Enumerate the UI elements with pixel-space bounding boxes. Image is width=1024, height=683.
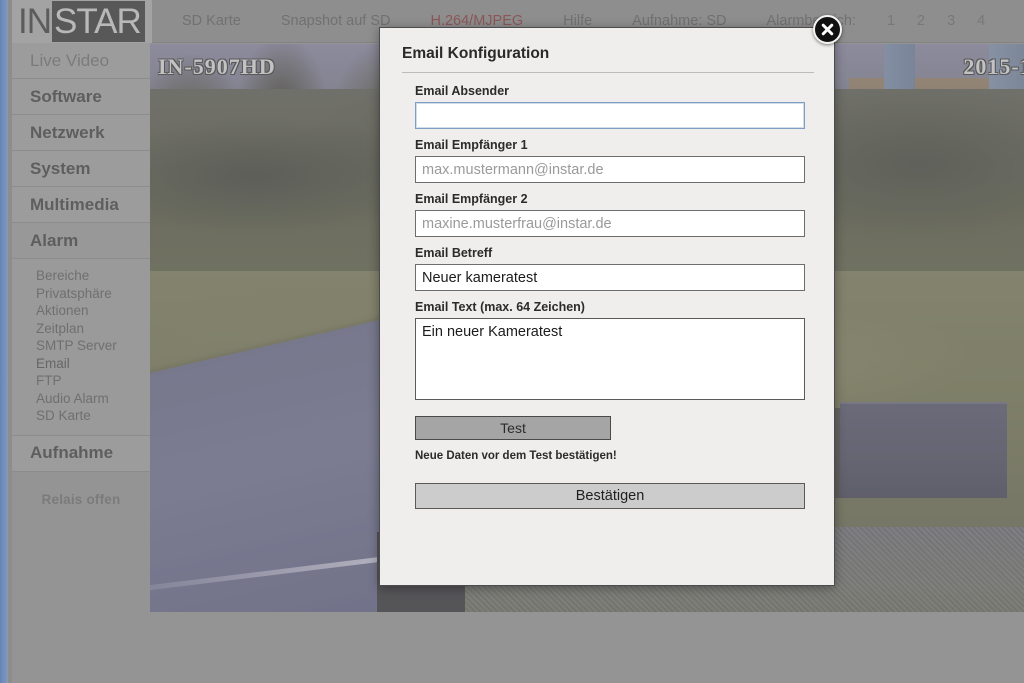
submenu-item-zeitplan[interactable]: Zeitplan <box>12 320 150 338</box>
sidebar: Live Video Software Netzwerk System Mult… <box>12 43 150 683</box>
submenu-item-email[interactable]: Email <box>12 355 150 373</box>
sidebar-item-alarm[interactable]: Alarm <box>12 223 150 259</box>
test-button[interactable]: Test <box>415 416 611 440</box>
camera-web-ui: IN STAR SD Karte Snapshot auf SD H.264/MJ… <box>0 0 1024 683</box>
email-empfaenger-2-input[interactable] <box>415 210 805 237</box>
submenu-item-sd-karte[interactable]: SD Karte <box>12 407 150 425</box>
alarm-zone-1[interactable]: 1 <box>876 0 906 43</box>
submenu-item-bereiche[interactable]: Bereiche <box>12 267 150 285</box>
alarm-submenu: Bereiche Privatsphäre Aktionen Zeitplan … <box>12 259 150 436</box>
email-text-textarea[interactable] <box>415 318 805 400</box>
dialog-form: Email Absender Email Empfänger 1 Email E… <box>380 84 836 509</box>
relay-status-text: Relais offen <box>41 491 121 507</box>
label-email-absender: Email Absender <box>415 84 510 98</box>
label-email-text: Email Text (max. 64 Zeichen) <box>415 300 585 314</box>
sidebar-item-system[interactable]: System <box>12 151 150 187</box>
submenu-item-audio-alarm[interactable]: Audio Alarm <box>12 390 150 408</box>
logo-text-star: STAR <box>52 1 145 42</box>
label-email-empfaenger-2: Email Empfänger 2 <box>415 192 528 206</box>
sidebar-item-multimedia[interactable]: Multimedia <box>12 187 150 223</box>
video-concrete-wall <box>840 401 1007 499</box>
sidebar-item-netzwerk[interactable]: Netzwerk <box>12 115 150 151</box>
close-icon <box>820 22 835 37</box>
alarm-zone-3[interactable]: 3 <box>936 0 966 43</box>
submenu-item-ftp[interactable]: FTP <box>12 372 150 390</box>
submenu-item-privatsphaere[interactable]: Privatsphäre <box>12 285 150 303</box>
label-email-empfaenger-1: Email Empfänger 1 <box>415 138 528 152</box>
confirm-button[interactable]: Bestätigen <box>415 483 805 509</box>
alarm-zone-2[interactable]: 2 <box>906 0 936 43</box>
dialog-title: Email Konfiguration <box>402 45 550 62</box>
video-osd-timestamp: 2015-12-1 <box>963 54 1024 79</box>
email-absender-input[interactable] <box>415 102 805 129</box>
test-hint-note: Neue Daten vor dem Test bestätigen! <box>415 450 617 462</box>
close-dialog-button[interactable] <box>813 15 842 44</box>
submenu-item-smtp-server[interactable]: SMTP Server <box>12 337 150 355</box>
alarm-zone-4[interactable]: 4 <box>966 0 996 43</box>
instar-logo[interactable]: IN STAR <box>12 0 152 43</box>
dialog-title-divider <box>402 72 814 73</box>
page-left-stripe <box>0 0 8 683</box>
topnav-item-sd-karte[interactable]: SD Karte <box>162 0 261 43</box>
label-email-betreff: Email Betreff <box>415 246 493 260</box>
sidebar-item-live-video[interactable]: Live Video <box>12 43 150 79</box>
sidebar-item-aufnahme[interactable]: Aufnahme <box>12 435 150 472</box>
email-empfaenger-1-input[interactable] <box>415 156 805 183</box>
page-bottom-filler <box>12 612 1024 683</box>
email-betreff-input[interactable] <box>415 264 805 291</box>
video-osd-camera-name: IN-5907HD <box>158 54 276 79</box>
logo-text-in: IN <box>12 0 52 43</box>
sidebar-item-software[interactable]: Software <box>12 79 150 115</box>
submenu-item-aktionen[interactable]: Aktionen <box>12 302 150 320</box>
email-configuration-dialog: Email Konfiguration Email Absender Email… <box>379 27 835 586</box>
